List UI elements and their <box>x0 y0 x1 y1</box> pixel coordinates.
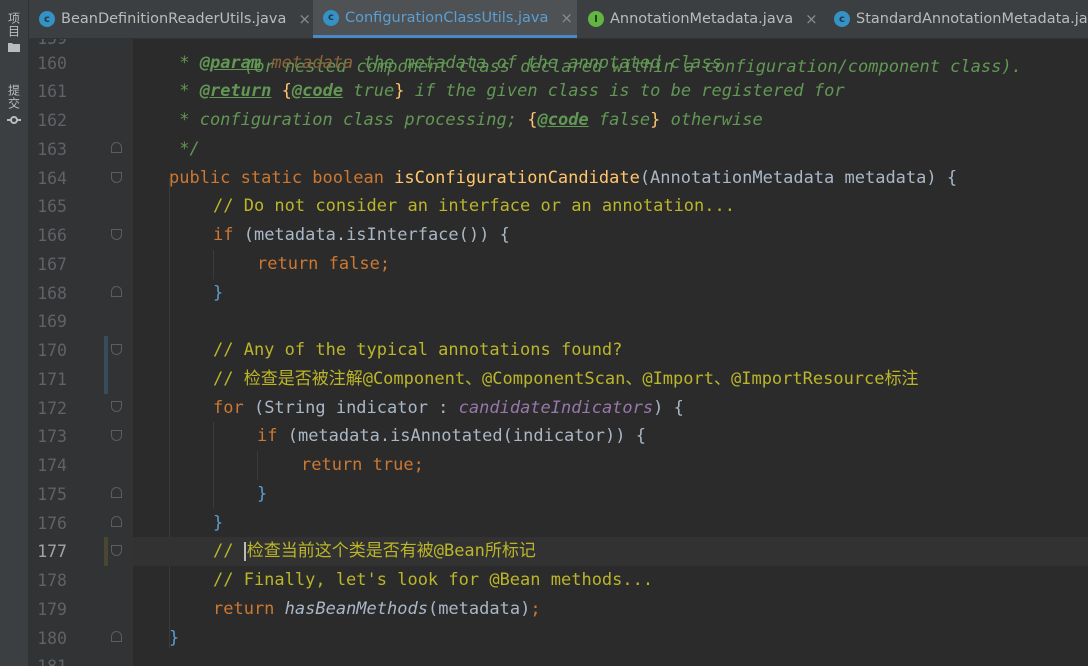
line-number: 168 <box>37 284 67 303</box>
class-icon: c <box>39 11 55 27</box>
line-number: 162 <box>37 111 67 130</box>
code-line: // 检查是否被注解@Component、@ComponentScan、@Imp… <box>213 369 919 389</box>
line-number: 174 <box>37 456 67 475</box>
line-number: 178 <box>37 571 67 590</box>
commit-tool-label: 提交 <box>6 84 21 110</box>
code-line: // Any of the typical annotations found? <box>213 340 623 360</box>
line-number: 170 <box>37 341 67 360</box>
project-tool-button[interactable]: 项目 <box>4 12 24 54</box>
close-icon[interactable]: × <box>805 10 818 28</box>
fold-end-icon[interactable] <box>111 286 122 297</box>
line-number: 165 <box>37 197 67 216</box>
code-line: } <box>213 283 224 303</box>
line-number: 166 <box>37 226 67 245</box>
code-editor[interactable]: (or nested component class declared with… <box>133 39 1088 666</box>
code-line: } <box>169 628 180 648</box>
code-line: * @param metadata the metadata of the an… <box>169 53 722 73</box>
tab-label: ConfigurationClassUtils.java <box>345 9 549 26</box>
tab-label: StandardAnnotationMetadata.ja <box>856 11 1088 27</box>
class-icon: c <box>834 11 850 27</box>
vcs-change-marker[interactable] <box>104 336 108 394</box>
fold-start-icon[interactable] <box>111 172 122 183</box>
vcs-change-marker[interactable] <box>104 537 108 566</box>
tab-configuration-class-utils[interactable]: c ConfigurationClassUtils.java × <box>313 0 577 38</box>
line-number: 163 <box>37 140 67 159</box>
close-icon[interactable]: × <box>298 10 311 28</box>
class-icon: c <box>323 9 339 26</box>
tab-annotation-metadata[interactable]: I AnnotationMetadata.java × <box>578 0 823 38</box>
line-number: 169 <box>37 312 67 331</box>
editor-tab-bar: c BeanDefinitionReaderUtils.java × c Con… <box>29 0 1088 39</box>
code-line: */ <box>169 139 200 159</box>
commit-tool-button[interactable]: 提交 <box>4 84 24 128</box>
fold-end-icon[interactable] <box>111 516 122 527</box>
folder-icon <box>8 42 20 54</box>
line-number: 171 <box>37 370 67 389</box>
code-line: return true; <box>301 455 424 475</box>
code-line: } <box>257 484 268 504</box>
line-number: 172 <box>37 399 67 418</box>
code-line: return false; <box>257 254 391 274</box>
code-line: // Finally, let's look for @Bean methods… <box>213 570 654 590</box>
commit-icon <box>7 114 21 128</box>
line-number: 176 <box>37 514 67 533</box>
fold-start-icon[interactable] <box>111 430 122 441</box>
line-number-current: 177 <box>37 542 67 561</box>
interface-icon: I <box>588 11 604 27</box>
line-number: 175 <box>37 485 67 504</box>
line-number: 180 <box>37 629 67 648</box>
line-number: 173 <box>37 427 67 446</box>
fold-start-icon[interactable] <box>111 401 122 412</box>
line-number: 179 <box>37 600 67 619</box>
tab-bean-definition-reader-utils[interactable]: c BeanDefinitionReaderUtils.java × <box>29 0 312 38</box>
code-line: for (String indicator : candidateIndicat… <box>213 398 684 418</box>
line-number: 164 <box>37 169 67 188</box>
text-caret <box>243 541 246 561</box>
tab-label: AnnotationMetadata.java <box>610 11 794 27</box>
line-number: 181 <box>29 652 67 666</box>
fold-start-icon[interactable] <box>111 229 122 240</box>
fold-start-icon[interactable] <box>111 545 122 556</box>
code-line: * @return {@code true} if the given clas… <box>169 81 845 101</box>
close-icon[interactable]: × <box>560 9 573 27</box>
code-line: if (metadata.isInterface()) { <box>213 225 510 245</box>
tab-label: BeanDefinitionReaderUtils.java <box>61 11 287 27</box>
line-number: 160 <box>37 54 67 73</box>
line-number: 161 <box>37 82 67 101</box>
code-line: // Do not consider an interface or an an… <box>213 196 735 216</box>
fold-start-icon[interactable] <box>111 344 122 355</box>
fold-end-icon[interactable] <box>111 142 122 153</box>
project-tool-label: 项目 <box>6 12 21 38</box>
code-line: public static boolean isConfigurationCan… <box>169 168 958 188</box>
fold-end-icon[interactable] <box>111 487 122 498</box>
tab-standard-annotation-metadata[interactable]: c StandardAnnotationMetadata.ja <box>824 0 1088 38</box>
fold-end-icon[interactable] <box>111 631 122 642</box>
code-line: } <box>213 513 224 533</box>
line-number: 167 <box>37 255 67 274</box>
editor-gutter: 159 160 161 162 163 164 165 166 167 168 … <box>29 39 133 666</box>
left-tool-strip: 项目 提交 <box>0 0 29 666</box>
code-line: * configuration class processing; {@code… <box>169 110 763 130</box>
code-line: return hasBeanMethods(metadata); <box>213 599 541 619</box>
code-line-current: // 检查当前这个类是否有被@Bean所标记 <box>133 537 1088 566</box>
code-line: if (metadata.isAnnotated(indicator)) { <box>257 426 646 446</box>
